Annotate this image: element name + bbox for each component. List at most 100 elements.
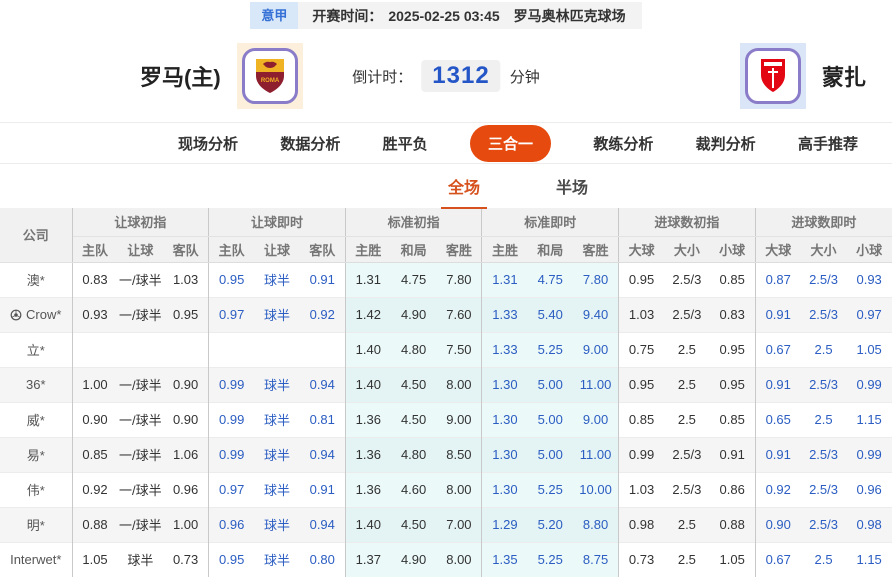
odds-cell[interactable]: 0.99	[846, 436, 892, 472]
company-cell[interactable]: 36*	[0, 366, 73, 402]
odds-cell[interactable]: 1.05	[846, 331, 892, 367]
odds-cell[interactable]: 0.91	[299, 262, 346, 297]
odds-cell[interactable]: 1.30	[481, 366, 528, 402]
odds-cell[interactable]: 11.00	[573, 366, 619, 402]
odds-cell[interactable]: 5.25	[527, 541, 574, 577]
odds-cell[interactable]: 2.5/3	[800, 366, 847, 402]
odds-cell[interactable]: 1.30	[481, 401, 528, 437]
company-cell[interactable]: Crow*	[0, 296, 73, 332]
odds-cell[interactable]: 0.90	[754, 506, 801, 542]
odds-cell[interactable]: 球半	[254, 436, 300, 472]
odds-cell[interactable]: 0.67	[754, 331, 801, 367]
nav-tab-现场分析[interactable]: 现场分析	[178, 133, 238, 154]
company-cell[interactable]: 明*	[0, 506, 73, 542]
odds-cell[interactable]: 0.91	[754, 436, 801, 472]
odds-cell[interactable]: 0.67	[754, 541, 801, 577]
odds-cell[interactable]: 9.40	[573, 296, 619, 332]
odds-cell[interactable]: 0.99	[208, 401, 255, 437]
nav-tab-裁判分析[interactable]: 裁判分析	[696, 133, 756, 154]
odds-cell[interactable]: 0.94	[299, 366, 346, 402]
odds-cell[interactable]: 5.00	[527, 436, 574, 472]
odds-cell[interactable]: 球半	[254, 541, 300, 577]
odds-cell[interactable]: 2.5	[800, 401, 847, 437]
odds-cell[interactable]: 1.15	[846, 401, 892, 437]
odds-cell[interactable]: 球半	[254, 296, 300, 332]
odds-cell[interactable]: 1.31	[481, 262, 528, 297]
odds-cell[interactable]: 0.91	[754, 296, 801, 332]
nav-tab-胜平负[interactable]: 胜平负	[383, 133, 428, 154]
odds-cell[interactable]: 4.75	[527, 262, 574, 297]
nav-tab-三合一[interactable]: 三合一	[469, 124, 551, 162]
sub-tab-全场[interactable]: 全场	[440, 163, 487, 209]
odds-cell[interactable]: 0.94	[299, 436, 346, 472]
company-cell[interactable]: 澳*	[0, 262, 73, 297]
odds-cell[interactable]: 0.92	[754, 471, 801, 507]
sub-tab-半场[interactable]: 半场	[549, 163, 595, 209]
company-cell[interactable]: 立*	[0, 331, 73, 367]
odds-cell[interactable]: 2.5/3	[800, 262, 847, 297]
odds-cell[interactable]: 0.99	[208, 436, 255, 472]
odds-cell[interactable]: 0.91	[754, 366, 801, 402]
odds-cell[interactable]: 0.93	[846, 262, 892, 297]
odds-cell[interactable]: 0.99	[208, 366, 255, 402]
odds-cell[interactable]	[208, 331, 255, 367]
odds-cell[interactable]: 0.95	[208, 541, 255, 577]
company-cell[interactable]: 易*	[0, 436, 73, 472]
odds-cell[interactable]: 2.5/3	[800, 296, 847, 332]
odds-cell[interactable]: 球半	[254, 366, 300, 402]
odds-cell[interactable]: 0.94	[299, 506, 346, 542]
odds-cell[interactable]: 8.75	[573, 541, 619, 577]
odds-cell[interactable]: 1.30	[481, 436, 528, 472]
odds-cell[interactable]: 9.00	[573, 401, 619, 437]
odds-cell[interactable]: 0.80	[299, 541, 346, 577]
odds-cell[interactable]: 5.25	[527, 331, 574, 367]
odds-cell[interactable]: 球半	[254, 262, 300, 297]
odds-cell[interactable]: 1.33	[481, 331, 528, 367]
odds-cell[interactable]: 0.87	[754, 262, 801, 297]
odds-cell[interactable]: 5.20	[527, 506, 574, 542]
odds-cell[interactable]: 0.97	[208, 296, 255, 332]
odds-cell[interactable]: 7.80	[573, 262, 619, 297]
odds-cell[interactable]: 11.00	[573, 436, 619, 472]
odds-cell[interactable]: 0.99	[846, 366, 892, 402]
nav-tab-高手推荐[interactable]: 高手推荐	[798, 133, 858, 154]
odds-cell[interactable]: 1.29	[481, 506, 528, 542]
odds-cell[interactable]: 0.98	[846, 506, 892, 542]
odds-cell[interactable]: 0.96	[846, 471, 892, 507]
odds-cell[interactable]: 0.95	[208, 262, 255, 297]
odds-cell[interactable]: 1.30	[481, 471, 528, 507]
company-cell[interactable]: Interwet*	[0, 541, 73, 577]
odds-cell[interactable]: 0.97	[208, 471, 255, 507]
odds-cell[interactable]: 0.65	[754, 401, 801, 437]
odds-cell[interactable]: 0.92	[299, 296, 346, 332]
odds-cell[interactable]	[299, 331, 346, 367]
odds-cell[interactable]: 0.96	[208, 506, 255, 542]
odds-cell[interactable]: 2.5/3	[800, 506, 847, 542]
odds-cell[interactable]: 5.40	[527, 296, 574, 332]
odds-cell: 0.99	[618, 436, 665, 472]
odds-cell[interactable]: 1.35	[481, 541, 528, 577]
odds-cell[interactable]: 10.00	[573, 471, 619, 507]
nav-tab-教练分析[interactable]: 教练分析	[593, 133, 653, 154]
odds-cell[interactable]: 1.33	[481, 296, 528, 332]
odds-cell[interactable]: 0.97	[846, 296, 892, 332]
odds-cell[interactable]: 2.5/3	[800, 471, 847, 507]
odds-cell[interactable]: 5.00	[527, 401, 574, 437]
odds-cell[interactable]: 2.5	[800, 331, 847, 367]
odds-cell[interactable]: 0.81	[299, 401, 346, 437]
company-cell[interactable]: 伟*	[0, 471, 73, 507]
odds-cell[interactable]: 9.00	[573, 331, 619, 367]
company-cell[interactable]: 威*	[0, 401, 73, 437]
nav-tab-数据分析[interactable]: 数据分析	[280, 133, 340, 154]
odds-cell[interactable]: 5.25	[527, 471, 574, 507]
odds-cell[interactable]: 2.5/3	[800, 436, 847, 472]
odds-cell[interactable]: 2.5	[800, 541, 847, 577]
odds-cell[interactable]: 0.91	[299, 471, 346, 507]
odds-cell[interactable]: 球半	[254, 506, 300, 542]
odds-cell[interactable]	[254, 331, 300, 367]
odds-cell[interactable]: 5.00	[527, 366, 574, 402]
odds-cell[interactable]: 球半	[254, 471, 300, 507]
odds-cell[interactable]: 球半	[254, 401, 300, 437]
odds-cell[interactable]: 8.80	[573, 506, 619, 542]
odds-cell[interactable]: 1.15	[846, 541, 892, 577]
